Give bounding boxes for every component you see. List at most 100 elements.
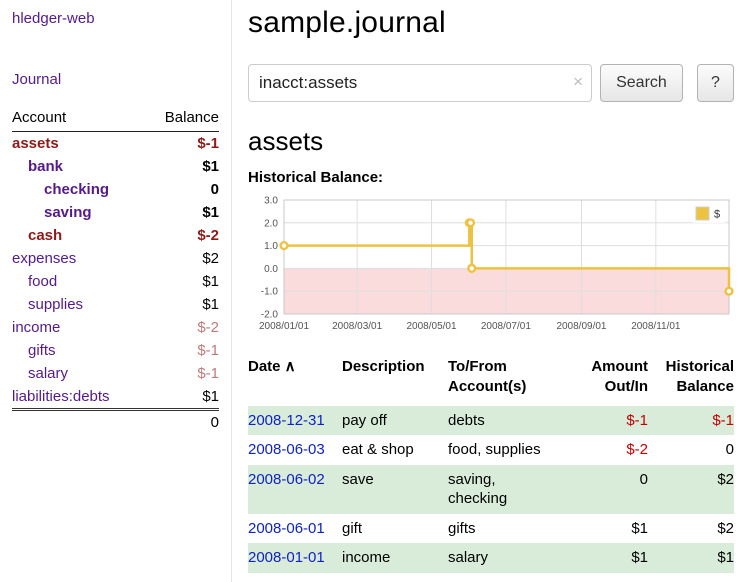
register-table: Date ∧DescriptionTo/FromAccount(s)Amount…	[248, 355, 734, 573]
transaction-accounts: food, supplies	[448, 435, 568, 465]
transaction-amount: $1	[568, 514, 648, 544]
account-balance: $1	[145, 201, 219, 224]
account-link[interactable]: income	[12, 319, 60, 336]
register-header-amount: AmountOut/In	[568, 355, 648, 406]
account-col-header: Account	[12, 106, 145, 132]
svg-text:2008/11/01: 2008/11/01	[631, 321, 681, 332]
register-header-row: Date ∧DescriptionTo/FromAccount(s)Amount…	[248, 355, 734, 406]
account-row: liabilities:debts $1	[12, 385, 219, 410]
svg-text:2008/01/01: 2008/01/01	[259, 321, 309, 332]
transaction-date-link[interactable]: 2008-01-01	[248, 549, 325, 566]
transaction-description: eat & shop	[342, 435, 448, 465]
register-row: 2008-06-02savesaving, checking0$2	[248, 465, 734, 514]
account-link[interactable]: cash	[28, 227, 62, 244]
account-row: salary $-1	[12, 362, 219, 385]
account-link[interactable]: liabilities:debts	[12, 388, 110, 405]
register-header-to-from: To/FromAccount(s)	[448, 355, 568, 406]
transaction-accounts: saving, checking	[448, 465, 568, 514]
account-balance: $-2	[145, 316, 219, 339]
search-form: × Search ?	[248, 64, 734, 102]
account-row: cash$-2	[12, 224, 219, 247]
register-header-date[interactable]: Date ∧	[248, 355, 342, 406]
transaction-amount: $-1	[568, 406, 648, 436]
account-balance: 0	[145, 178, 219, 201]
svg-text:3.0: 3.0	[264, 196, 278, 207]
account-link[interactable]: food	[28, 273, 57, 290]
account-link[interactable]: gifts	[28, 342, 56, 359]
account-link[interactable]: salary	[28, 365, 68, 382]
account-link[interactable]: checking	[44, 181, 109, 198]
account-tree-header: Account Balance	[12, 106, 219, 132]
transaction-accounts: debts	[448, 406, 568, 436]
balance-chart: 3.02.01.00.0-1.0-2.02008/01/012008/03/01…	[248, 190, 734, 340]
sidebar: hledger-web Journal Account Balance asse…	[0, 0, 232, 582]
transaction-balance: $-1	[648, 406, 734, 436]
account-total-row: 0	[12, 410, 219, 435]
svg-text:1.0: 1.0	[264, 241, 278, 252]
transaction-balance: $1	[648, 543, 734, 573]
account-row: expenses $2	[12, 247, 219, 270]
svg-text:2008/05/01: 2008/05/01	[406, 321, 456, 332]
main-content: sample.journal × Search ? assets Histori…	[232, 0, 742, 582]
account-link[interactable]: supplies	[28, 296, 83, 313]
account-row: saving $1	[12, 201, 219, 224]
transaction-description: gift	[342, 514, 448, 544]
search-button[interactable]: Search	[600, 64, 683, 102]
account-row: food $1	[12, 270, 219, 293]
register-body: 2008-12-31pay offdebts$-1$-12008-06-03ea…	[248, 406, 734, 573]
brand-link[interactable]: hledger-web	[12, 10, 219, 27]
account-row: checking 0	[12, 178, 219, 201]
transaction-description: income	[342, 543, 448, 573]
account-balance: $-1	[145, 132, 219, 156]
account-row: gifts $-1	[12, 339, 219, 362]
chart-title: Historical Balance:	[248, 169, 734, 186]
svg-text:-2.0: -2.0	[261, 310, 279, 321]
transaction-balance: $2	[648, 465, 734, 514]
register-row: 2008-01-01incomesalary$1$1	[248, 543, 734, 573]
transaction-description: pay off	[342, 406, 448, 436]
total-balance: 0	[145, 410, 219, 435]
transaction-date-link[interactable]: 2008-06-01	[248, 520, 325, 537]
account-link[interactable]: saving	[44, 204, 92, 221]
help-button[interactable]: ?	[697, 64, 734, 102]
svg-text:2008/07/01: 2008/07/01	[481, 321, 531, 332]
svg-text:2008/09/01: 2008/09/01	[556, 321, 606, 332]
clear-search-icon[interactable]: ×	[573, 72, 583, 92]
register-row: 2008-06-01giftgifts$1$2	[248, 514, 734, 544]
sort-asc-icon: ∧	[281, 358, 296, 375]
transaction-accounts: salary	[448, 543, 568, 573]
transaction-date-link[interactable]: 2008-06-02	[248, 471, 325, 488]
transaction-date-link[interactable]: 2008-12-31	[248, 412, 325, 429]
page-title: sample.journal	[248, 6, 734, 40]
transaction-description: save	[342, 465, 448, 514]
register-header-historical: HistoricalBalance	[648, 355, 734, 406]
register-row: 2008-06-03eat & shopfood, supplies$-20	[248, 435, 734, 465]
account-row: bank$1	[12, 155, 219, 178]
svg-text:2008/03/01: 2008/03/01	[332, 321, 382, 332]
account-balance: $1	[145, 270, 219, 293]
account-link[interactable]: assets	[12, 135, 59, 152]
account-balance: $-1	[145, 362, 219, 385]
balance-col-header: Balance	[145, 106, 219, 132]
register-row: 2008-12-31pay offdebts$-1$-1	[248, 406, 734, 436]
account-tree-body: assets$-1bank$1checking0saving$1cash$-2e…	[12, 132, 219, 410]
transaction-amount: $1	[568, 543, 648, 573]
transaction-amount: $-2	[568, 435, 648, 465]
svg-text:$: $	[714, 209, 720, 221]
account-balance: $1	[145, 293, 219, 316]
account-heading: assets	[248, 126, 734, 157]
transaction-accounts: gifts	[448, 514, 568, 544]
account-balance: $1	[145, 385, 219, 410]
account-link[interactable]: bank	[28, 158, 63, 175]
account-balance: $2	[145, 247, 219, 270]
svg-text:2.0: 2.0	[264, 218, 278, 229]
search-box: ×	[248, 64, 592, 102]
account-row: income $-2	[12, 316, 219, 339]
sidebar-item-journal[interactable]: Journal	[12, 71, 219, 88]
account-row: supplies $1	[12, 293, 219, 316]
transaction-date-link[interactable]: 2008-06-03	[248, 441, 325, 458]
register-header-description: Description	[342, 355, 448, 406]
account-balance: $-1	[145, 339, 219, 362]
search-input[interactable]	[248, 64, 592, 102]
account-link[interactable]: expenses	[12, 250, 76, 267]
